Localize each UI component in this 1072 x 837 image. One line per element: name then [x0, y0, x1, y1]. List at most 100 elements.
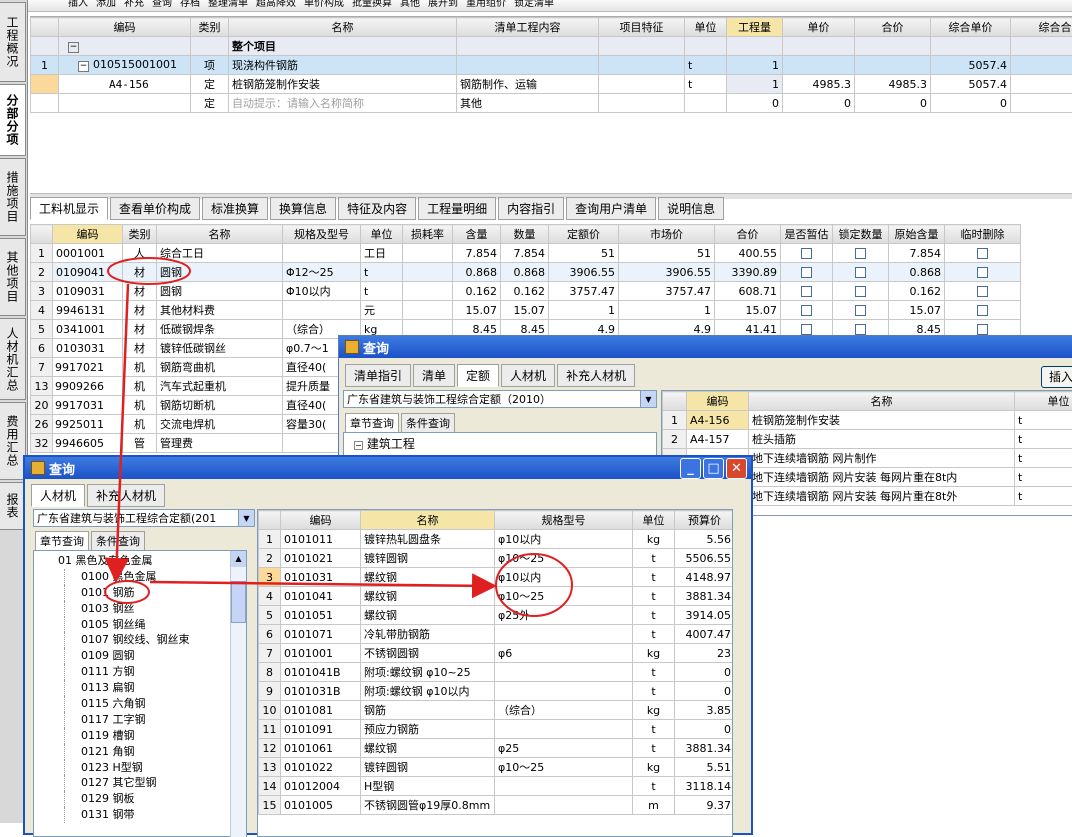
lm-col-quota-price[interactable]: 定额价 [549, 225, 619, 244]
collapse-icon[interactable]: − [78, 61, 89, 72]
tree-item[interactable]: 0123 H型钢 [64, 760, 246, 776]
side-tab-overview[interactable]: 工程概况 [0, 2, 26, 82]
chevron-down-icon[interactable]: ▼ [238, 510, 254, 526]
toolbar-insert[interactable]: 插入 [68, 0, 88, 8]
checkbox[interactable] [801, 305, 812, 316]
m-col-spec[interactable]: 规格型号 [495, 511, 633, 530]
q-col-code[interactable]: 编码 [687, 392, 749, 411]
group-row[interactable]: − 整个项目505 [31, 37, 1072, 56]
table-row[interactable]: 90101031B附项:螺纹钢 φ10以内t0 [259, 682, 734, 701]
tree-item[interactable]: 0131 钢带 [64, 807, 246, 823]
lm-col-lock-qty[interactable]: 锁定数量 [833, 225, 889, 244]
side-tab-items[interactable]: 分部分项 [0, 84, 26, 156]
table-row[interactable]: 定 自动提示：请输入名称简称 其他 0 0 0 0 [31, 94, 1072, 113]
subtab-condition-f[interactable]: 条件查询 [91, 531, 145, 551]
table-row[interactable]: 20109041材圆钢Φ12～25t0.8680.8683906.553906.… [31, 263, 1021, 282]
toolbar-expand[interactable]: 展开到 [428, 0, 458, 8]
q-col-unit[interactable]: 单位 [1015, 392, 1072, 411]
table-row[interactable]: 110101091预应力钢筋t0 [259, 720, 734, 739]
tab-user-list[interactable]: 查询用户清单 [566, 197, 656, 220]
table-row[interactable]: 49946131材其他材料费元15.0715.071115.0715.07 [31, 301, 1021, 320]
subtab-chapter[interactable]: 章节查询 [345, 413, 399, 433]
tree-item[interactable]: 0111 方钢 [64, 664, 246, 680]
col-amount[interactable]: 合价 [855, 18, 931, 37]
side-tab-measures[interactable]: 措施项目 [0, 158, 26, 236]
checkbox[interactable] [855, 286, 866, 297]
tree-scrollbar[interactable]: ▲ [230, 551, 246, 837]
m-col-name[interactable]: 名称 [361, 511, 495, 530]
tree-item[interactable]: 0105 钢丝绳 [64, 617, 246, 633]
collapse-icon[interactable]: − [68, 42, 79, 53]
checkbox[interactable] [855, 305, 866, 316]
checkbox[interactable] [801, 248, 812, 259]
tree-item[interactable]: 0113 扁钢 [64, 680, 246, 696]
table-row[interactable]: 50101051螺纹钢φ25外t3914.05 [259, 606, 734, 625]
lm-col-total[interactable]: 合价 [715, 225, 781, 244]
tab-quota[interactable]: 定额 [457, 364, 499, 387]
chevron-down-icon[interactable]: ▼ [640, 391, 656, 407]
tab-bill-guide[interactable]: 清单指引 [345, 364, 411, 387]
side-tab-labor-material[interactable]: 人材机汇总 [0, 318, 26, 400]
tree-item[interactable]: 01 黑色及有色金属 [50, 553, 246, 569]
collapse-icon[interactable]: − [354, 441, 363, 450]
table-row[interactable]: 2A4-157桩头插筋t [663, 430, 1072, 449]
checkbox[interactable] [801, 267, 812, 278]
col-comp-price[interactable]: 综合单价 [931, 18, 1011, 37]
q-col-name[interactable]: 名称 [749, 392, 1015, 411]
col-comp-total[interactable]: 综合合价 [1011, 18, 1072, 37]
table-row[interactable]: 10101011镀锌热轧圆盘条φ10以内kg5.56 [259, 530, 734, 549]
maximize-icon[interactable]: □ [703, 458, 724, 479]
toolbar-other[interactable]: 其他 [400, 0, 420, 8]
col-unit[interactable]: 单位 [685, 18, 727, 37]
quota-library-select[interactable]: 广东省建筑与装饰工程综合定额（2010）▼ [343, 390, 657, 408]
lm-col-market-price[interactable]: 市场价 [619, 225, 715, 244]
tree-item[interactable]: 0121 角钢 [64, 744, 246, 760]
checkbox[interactable] [977, 267, 988, 278]
col-type[interactable]: 类别 [191, 18, 229, 37]
close-icon[interactable]: ✕ [726, 458, 747, 479]
table-row[interactable]: 1A4-156桩钢筋笼制作安装t [663, 411, 1072, 430]
tab-supp-material[interactable]: 补充人材机 [557, 364, 635, 387]
lm-col-temp-delete[interactable]: 临时删除 [945, 225, 1021, 244]
toolbar-reuse[interactable]: 重用组价 [466, 0, 506, 8]
lm-col-loss[interactable]: 损耗率 [403, 225, 453, 244]
table-row[interactable]: 80101041B附项:螺纹钢 φ10~25t0 [259, 663, 734, 682]
toolbar-height[interactable]: 超高降效 [256, 0, 296, 8]
lm-col-qty[interactable]: 数量 [501, 225, 549, 244]
m-col-code[interactable]: 编码 [281, 511, 361, 530]
side-tab-other[interactable]: 其他项目 [0, 238, 26, 316]
checkbox[interactable] [855, 324, 866, 335]
scroll-up-icon[interactable]: ▲ [231, 551, 246, 567]
tab-labor-material[interactable]: 工料机显示 [30, 197, 108, 220]
table-row[interactable]: 150101005不锈钢圆管φ19厚0.8mmm9.37 [259, 796, 734, 815]
lm-col-content[interactable]: 含量 [453, 225, 501, 244]
subtab-condition[interactable]: 条件查询 [401, 413, 455, 433]
lm-col-orig-content[interactable]: 原始含量 [889, 225, 945, 244]
checkbox[interactable] [977, 248, 988, 259]
query-window-back-titlebar[interactable]: 查询 [339, 336, 1072, 358]
col-qty[interactable]: 工程量 [727, 18, 783, 37]
tree-item[interactable]: 0115 六角钢 [64, 696, 246, 712]
tree-item[interactable]: 0107 钢绞线、钢丝束 [64, 632, 246, 648]
m-col-price[interactable]: 预算价 [675, 511, 734, 530]
table-row[interactable]: 20101021镀锌圆钢φ10～25t5506.55 [259, 549, 734, 568]
lm-col-provisional[interactable]: 是否暂估 [781, 225, 833, 244]
tab-supp-material-f[interactable]: 补充人材机 [87, 484, 165, 507]
table-row[interactable]: 100101081钢筋（综合）kg3.85 [259, 701, 734, 720]
row-qty[interactable]: 1 [727, 56, 783, 75]
toolbar-archive[interactable]: 存档 [180, 0, 200, 8]
table-row[interactable]: 70101001不锈钢圆钢φ6kg23 [259, 644, 734, 663]
col-price[interactable]: 单价 [783, 18, 855, 37]
toolbar-price-structure[interactable]: 单价构成 [304, 0, 344, 8]
tab-bill[interactable]: 清单 [413, 364, 455, 387]
tab-content-guide[interactable]: 内容指引 [498, 197, 564, 220]
table-row[interactable]: 1 −010515001001 项 现浇构件钢筋 t 1 5057.4 505 [31, 56, 1072, 75]
col-feature[interactable]: 项目特征 [599, 18, 685, 37]
toolbar-organize[interactable]: 整理清单 [208, 0, 248, 8]
tree-item[interactable]: 0109 圆钢 [64, 648, 246, 664]
toolbar-lock[interactable]: 锁定清单 [514, 0, 554, 8]
toolbar-supplement[interactable]: 补充 [124, 0, 144, 8]
table-row[interactable]: 10001001人综合工日工日7.8547.8545151400.557.854 [31, 244, 1021, 263]
material-library-select[interactable]: 广东省建筑与装饰工程综合定额(201▼ [33, 509, 255, 527]
col-content[interactable]: 清单工程内容 [457, 18, 599, 37]
